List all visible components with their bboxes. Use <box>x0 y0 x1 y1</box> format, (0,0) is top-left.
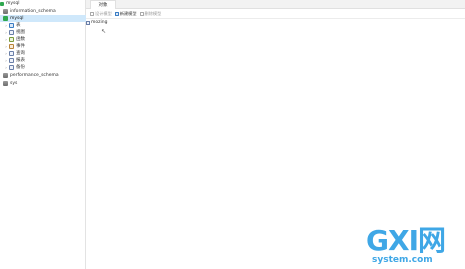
tree-item-views[interactable]: › 视图 <box>0 29 86 36</box>
connection-row[interactable]: mysql <box>0 0 86 7</box>
watermark-logo: GXI网 system.com <box>366 226 461 266</box>
design-model-button[interactable]: 设计模型 <box>90 11 112 17</box>
navigation-tree: mysql information_schema mysql › 表 › 视图 … <box>0 0 86 269</box>
database-icon <box>3 9 8 14</box>
tree-item-label: 备份 <box>16 65 25 70</box>
design-icon <box>90 12 94 16</box>
db-label: performance_schema <box>10 73 59 78</box>
button-label: 新建模型 <box>119 11 137 16</box>
function-icon <box>9 37 14 42</box>
tree-item-label: 报表 <box>16 58 25 63</box>
button-label: 删除模型 <box>144 11 162 16</box>
tree-item-queries[interactable]: › 查询 <box>0 50 86 57</box>
database-icon <box>3 73 8 78</box>
query-icon <box>9 51 14 56</box>
db-row-sys[interactable]: sys <box>0 80 86 87</box>
add-icon <box>114 12 119 16</box>
connection-icon <box>0 1 4 6</box>
db-row-information-schema[interactable]: information_schema <box>0 8 86 15</box>
database-icon <box>3 16 8 21</box>
tree-item-label: 事件 <box>16 44 25 49</box>
tree-item-reports[interactable]: › 报表 <box>0 57 86 64</box>
button-label: 设计模型 <box>95 11 112 16</box>
chevron-right-icon[interactable]: › <box>4 23 8 28</box>
chevron-right-icon[interactable]: › <box>4 65 8 70</box>
tree-item-label: 查询 <box>16 51 25 56</box>
tree-item-tables[interactable]: › 表 <box>0 22 86 29</box>
delete-icon <box>139 12 144 16</box>
report-icon <box>9 58 14 63</box>
tree-item-label: 视图 <box>16 30 25 35</box>
delete-model-button[interactable]: 删除模型 <box>139 11 162 17</box>
tab-label: 对象 <box>98 3 108 8</box>
watermark-title: GXI网 <box>366 224 446 257</box>
chevron-right-icon[interactable]: › <box>4 44 8 49</box>
tree-item-backups[interactable]: › 备份 <box>0 64 86 71</box>
model-item[interactable]: mozing <box>86 20 107 25</box>
event-icon <box>9 44 14 49</box>
database-icon <box>3 81 8 86</box>
mouse-cursor-icon: ↖ <box>101 28 107 35</box>
view-icon <box>9 30 14 35</box>
tab-bar: 对象 <box>86 0 465 9</box>
chevron-right-icon[interactable]: › <box>4 51 8 56</box>
model-icon <box>86 20 90 25</box>
chevron-right-icon[interactable]: › <box>4 30 8 35</box>
object-toolbar: 设计模型 新建模型 删除模型 <box>86 10 465 19</box>
db-row-performance-schema[interactable]: performance_schema <box>0 72 86 79</box>
tree-item-label: 函数 <box>16 37 25 42</box>
db-label: sys <box>10 81 18 86</box>
tree-item-functions[interactable]: › 函数 <box>0 36 86 43</box>
tree-item-label: 表 <box>16 23 21 28</box>
chevron-right-icon[interactable]: › <box>4 37 8 42</box>
model-item-label: mozing <box>91 20 108 25</box>
tree-item-events[interactable]: › 事件 <box>0 43 86 50</box>
tab-objects[interactable]: 对象 <box>90 0 116 9</box>
db-row-mysql[interactable]: mysql <box>0 15 86 22</box>
table-icon <box>9 23 14 28</box>
chevron-right-icon[interactable]: › <box>4 58 8 63</box>
connection-label: mysql <box>6 1 20 6</box>
new-model-button[interactable]: 新建模型 <box>114 11 137 17</box>
db-label: mysql <box>10 16 24 21</box>
watermark-subtitle: system.com <box>372 255 433 265</box>
backup-icon <box>9 65 14 70</box>
db-label: information_schema <box>10 9 56 14</box>
